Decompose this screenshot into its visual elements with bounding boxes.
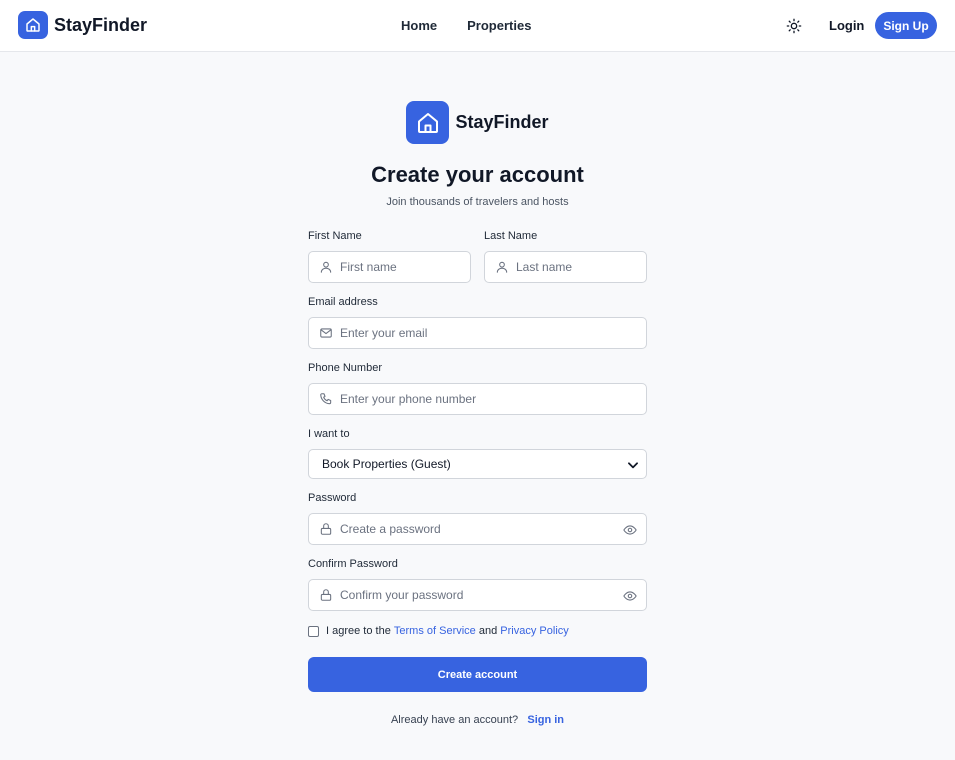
signup-form: StayFinder Create your account Join thou…	[308, 101, 647, 726]
terms-and: and	[478, 625, 498, 637]
name-row: First Name Last Name	[308, 230, 647, 283]
lock-icon	[320, 523, 332, 535]
signup-button[interactable]: Sign Up	[875, 12, 937, 39]
confirm-password-group: Confirm Password	[308, 558, 647, 611]
create-account-button[interactable]: Create account	[308, 657, 647, 692]
home-logo-icon	[406, 101, 450, 144]
role-select[interactable]: Book Properties (Guest)	[308, 449, 647, 479]
first-name-box	[308, 251, 471, 283]
phone-input[interactable]	[309, 384, 646, 414]
mail-icon	[320, 328, 332, 338]
user-icon	[496, 261, 508, 273]
phone-box	[308, 383, 647, 415]
privacy-policy-link[interactable]: Privacy Policy	[500, 625, 568, 637]
hero-brand: StayFinder	[308, 101, 647, 144]
email-group: Email address	[308, 296, 647, 349]
brand-link[interactable]: StayFinder	[18, 11, 147, 39]
page-title: Create your account	[371, 162, 584, 187]
last-name-box	[484, 251, 647, 283]
user-icon	[320, 261, 332, 273]
brand-name: StayFinder	[54, 14, 148, 35]
nav-properties-link[interactable]: Properties	[467, 18, 531, 33]
first-name-label: First Name	[308, 230, 362, 242]
terms-of-service-link[interactable]: Terms of Service	[394, 625, 476, 637]
phone-icon	[320, 393, 332, 405]
login-link[interactable]: Login	[829, 18, 864, 33]
email-label: Email address	[308, 296, 378, 308]
last-name-label: Last Name	[484, 230, 538, 242]
first-name-group: First Name	[308, 230, 471, 283]
nav-home-link[interactable]: Home	[401, 18, 437, 33]
chevron-down-icon	[628, 462, 638, 469]
last-name-input[interactable]	[485, 252, 646, 282]
password-label: Password	[308, 492, 357, 504]
confirm-password-input[interactable]	[309, 580, 646, 610]
top-navbar: StayFinder Home Properties Login Sign Up	[0, 0, 955, 52]
hero-brand-name: StayFinder	[455, 112, 549, 132]
eye-icon[interactable]	[623, 589, 637, 603]
nav-links: Home Properties	[401, 18, 531, 33]
signin-link[interactable]: Sign in	[527, 714, 564, 726]
confirm-password-label: Confirm Password	[308, 558, 398, 570]
sun-icon[interactable]	[786, 18, 802, 34]
password-group: Password	[308, 492, 647, 545]
confirm-password-box	[308, 579, 647, 611]
terms-checkbox[interactable]	[308, 625, 319, 637]
eye-icon[interactable]	[623, 523, 637, 537]
first-name-input[interactable]	[309, 252, 470, 282]
phone-group: Phone Number	[308, 362, 647, 415]
home-logo-icon	[18, 11, 48, 39]
role-label: I want to	[308, 428, 350, 440]
password-input[interactable]	[309, 514, 646, 544]
phone-label: Phone Number	[308, 362, 382, 374]
terms-prefix: I agree to the	[326, 625, 391, 637]
email-box	[308, 317, 647, 349]
password-box	[308, 513, 647, 545]
email-input[interactable]	[309, 318, 646, 348]
signin-prompt-line: Already have an account? Sign in	[308, 714, 647, 726]
last-name-group: Last Name	[484, 230, 647, 283]
role-group: I want to Book Properties (Guest)	[308, 428, 647, 479]
terms-agreement: I agree to the Terms of Service and Priv…	[308, 625, 647, 637]
lock-icon	[320, 589, 332, 601]
role-select-value: Book Properties (Guest)	[322, 457, 451, 471]
signin-prompt: Already have an account?	[390, 714, 519, 726]
page-subtitle: Join thousands of travelers and hosts	[386, 196, 569, 208]
